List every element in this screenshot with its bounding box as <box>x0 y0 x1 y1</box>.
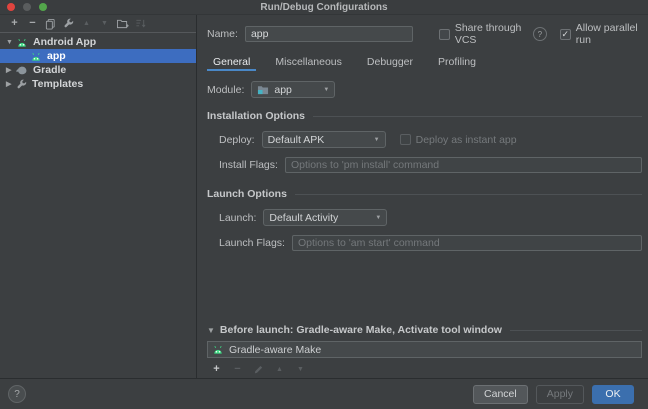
instant-app-label: Deploy as instant app <box>416 134 517 146</box>
edit-defaults-wrench-icon[interactable] <box>62 17 75 30</box>
launch-dropdown[interactable]: Default Activity ▼ <box>263 209 387 226</box>
installation-options-section-header: Installation Options <box>207 110 642 122</box>
instant-app-checkbox[interactable] <box>400 134 411 145</box>
section-divider <box>295 194 642 195</box>
launch-flags-input[interactable] <box>292 235 642 251</box>
config-tabs: General Miscellaneous Debugger Profiling <box>207 55 642 71</box>
run-debug-configurations-dialog: Run/Debug Configurations + − ▲ <box>0 0 648 409</box>
move-task-down-button[interactable]: ▼ <box>294 363 307 376</box>
tree-item-gradle[interactable]: ▶ Gradle <box>0 63 196 77</box>
module-label: Module: <box>207 84 244 96</box>
move-up-button[interactable]: ▲ <box>80 17 93 30</box>
android-icon <box>212 344 224 355</box>
zoom-window-button[interactable] <box>39 3 47 11</box>
sort-configurations-icon[interactable] <box>134 17 147 30</box>
deploy-value: Default APK <box>268 134 325 146</box>
traffic-lights <box>7 3 47 11</box>
tree-item-label: Templates <box>32 78 83 90</box>
name-input[interactable] <box>245 26 413 42</box>
tab-general[interactable]: General <box>207 55 256 71</box>
chevron-down-icon: ▼ <box>375 215 381 221</box>
tab-debugger[interactable]: Debugger <box>361 55 419 71</box>
close-window-button[interactable] <box>7 3 15 11</box>
chevron-right-icon[interactable]: ▶ <box>6 80 16 88</box>
share-through-vcs-group: Share through VCS ? <box>439 22 547 46</box>
tab-profiling[interactable]: Profiling <box>432 55 482 71</box>
deploy-instant-app-group: Deploy as instant app <box>400 134 517 146</box>
launch-options-section-header: Launch Options <box>207 188 642 200</box>
ok-button[interactable]: OK <box>592 385 634 404</box>
tree-item-label: Gradle <box>33 64 66 76</box>
share-vcs-checkbox[interactable] <box>439 29 450 40</box>
add-configuration-button[interactable]: + <box>8 17 21 30</box>
tree-item-label: Android App <box>33 36 96 48</box>
module-icon <box>257 84 269 95</box>
share-vcs-label: Share through VCS <box>455 22 528 46</box>
allow-parallel-run-group: ✓ Allow parallel run <box>560 22 642 46</box>
move-task-up-button[interactable]: ▲ <box>273 363 286 376</box>
module-dropdown[interactable]: app ▼ <box>251 81 335 98</box>
before-launch-task-row[interactable]: Gradle-aware Make <box>207 341 642 358</box>
window-title: Run/Debug Configurations <box>0 2 648 13</box>
before-launch-task-label: Gradle-aware Make <box>229 344 321 356</box>
chevron-right-icon[interactable]: ▶ <box>6 66 16 74</box>
new-folder-icon[interactable] <box>116 17 129 30</box>
apply-button[interactable]: Apply <box>536 385 584 404</box>
help-icon[interactable]: ? <box>533 27 547 41</box>
android-icon <box>16 37 28 48</box>
copy-configuration-icon[interactable] <box>44 17 57 30</box>
configurations-sidebar: + − ▲ ▼ <box>0 15 197 378</box>
launch-flags-label: Launch Flags: <box>219 237 285 249</box>
help-button[interactable]: ? <box>8 385 26 403</box>
deploy-dropdown[interactable]: Default APK ▼ <box>262 131 386 148</box>
move-down-button[interactable]: ▼ <box>98 17 111 30</box>
section-title: Installation Options <box>207 110 305 122</box>
tree-item-android-app[interactable]: ▼ Android App <box>0 35 196 49</box>
name-label: Name: <box>207 28 238 40</box>
wrench-icon <box>16 79 27 90</box>
tree-item-label: app <box>47 50 66 62</box>
deploy-label: Deploy: <box>219 134 255 146</box>
edit-task-pencil-icon[interactable] <box>252 363 265 376</box>
dialog-footer: ? Cancel Apply OK <box>0 378 648 409</box>
section-title: Launch Options <box>207 188 287 200</box>
remove-task-button[interactable]: − <box>231 363 244 376</box>
install-flags-input[interactable] <box>285 157 642 173</box>
chevron-down-icon: ▼ <box>323 87 329 93</box>
launch-label: Launch: <box>219 212 256 224</box>
section-divider <box>313 116 642 117</box>
minimize-window-button[interactable] <box>23 3 31 11</box>
configuration-editor-panel: Name: Share through VCS ? ✓ Allow parall… <box>197 15 648 378</box>
allow-parallel-run-label: Allow parallel run <box>576 22 642 46</box>
chevron-down-icon: ▼ <box>374 137 380 143</box>
before-launch-toolbar: + − ▲ ▼ <box>207 358 642 378</box>
before-launch-header[interactable]: ▼ Before launch: Gradle-aware Make, Acti… <box>207 324 642 336</box>
chevron-down-icon[interactable]: ▼ <box>6 39 16 46</box>
section-divider <box>510 330 642 331</box>
configurations-tree: ▼ Android App <box>0 32 196 378</box>
add-task-button[interactable]: + <box>210 363 223 376</box>
launch-value: Default Activity <box>269 212 338 224</box>
gradle-icon <box>16 65 28 76</box>
collapse-icon[interactable]: ▼ <box>207 326 215 335</box>
sidebar-toolbar: + − ▲ ▼ <box>0 15 196 32</box>
empty-space <box>207 260 642 324</box>
cancel-button[interactable]: Cancel <box>473 385 528 404</box>
tree-item-templates[interactable]: ▶ Templates <box>0 77 196 91</box>
tab-miscellaneous[interactable]: Miscellaneous <box>269 55 348 71</box>
title-bar: Run/Debug Configurations <box>0 0 648 15</box>
allow-parallel-run-checkbox[interactable]: ✓ <box>560 29 571 40</box>
tree-item-app-selected[interactable]: app <box>0 49 196 63</box>
android-icon <box>30 51 42 62</box>
module-value: app <box>274 84 292 96</box>
install-flags-label: Install Flags: <box>219 159 278 171</box>
before-launch-title: Before launch: Gradle-aware Make, Activa… <box>220 324 502 336</box>
remove-configuration-button[interactable]: − <box>26 17 39 30</box>
